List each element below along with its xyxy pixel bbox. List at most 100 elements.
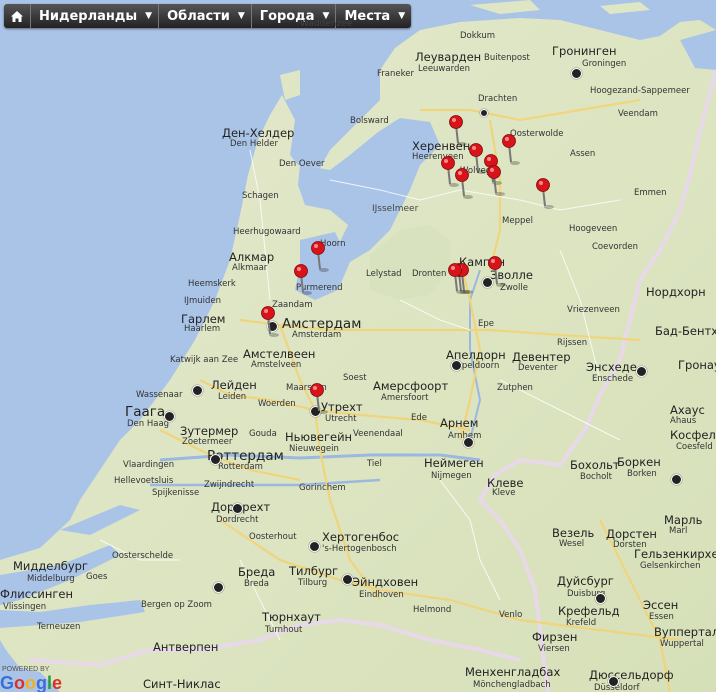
- city-label-terneuzen: Terneuzen: [37, 622, 81, 632]
- google-attribution[interactable]: POWERED BY Google: [0, 666, 62, 692]
- city-label-dusseldorf-ru: Дюссельдорф: [589, 668, 674, 682]
- city-label-emmen: Emmen: [634, 188, 667, 198]
- map-pin-marker[interactable]: [294, 264, 318, 300]
- city-label-drachten: Drachten: [478, 94, 518, 104]
- powered-by-text: POWERED BY: [2, 666, 50, 673]
- city-dot: [463, 437, 474, 448]
- map-pin-marker[interactable]: [536, 178, 560, 214]
- chevron-down-icon: ▼: [398, 11, 406, 21]
- city-label-assen: Assen: [570, 149, 596, 159]
- city-label-gelsenkirchen-ru: Гельзенкирхен: [634, 547, 716, 561]
- nav-netherlands-dropdown[interactable]: Нидерланды ▼: [31, 4, 160, 28]
- map-pin-marker[interactable]: [488, 256, 512, 292]
- city-label-wesel: Wesel: [559, 539, 585, 549]
- map-pin-marker[interactable]: [310, 383, 334, 419]
- google-logo-letter: G: [0, 673, 15, 692]
- city-dot: [636, 366, 647, 377]
- map-pin-marker[interactable]: [455, 168, 479, 204]
- google-logo: Google: [0, 673, 62, 692]
- city-label-badbentheim-ru: Бад-Бентхайм: [655, 324, 716, 338]
- city-dot: [210, 454, 221, 465]
- city-label-epe: Epe: [478, 319, 494, 329]
- city-label-zutphen: Zutphen: [497, 383, 533, 393]
- city-label-vlissingen-ru: Флиссинген: [0, 587, 73, 601]
- city-label-dokkum: Dokkum: [460, 31, 495, 41]
- city-dot: [232, 503, 243, 514]
- city-label-tiel: Tiel: [367, 459, 382, 469]
- city-label-denhelder: Den Helder: [230, 139, 278, 149]
- city-label-venlo: Venlo: [499, 610, 523, 620]
- city-dot: [595, 593, 606, 604]
- chevron-down-icon: ▼: [237, 11, 245, 21]
- city-label-hellevoetsluis: Hellevoetsluis: [114, 476, 174, 486]
- city-label-dorsten-ru: Дорстен: [606, 527, 657, 541]
- city-label-coevorden: Coevorden: [592, 242, 638, 252]
- city-label-heerhugowaard: Heerhugowaard: [233, 227, 301, 237]
- city-label-dordrecht: Dordrecht: [216, 515, 259, 525]
- google-logo-letter: o: [25, 673, 37, 692]
- city-label-apeldoorn: Apeldoorn: [456, 361, 500, 371]
- city-label-eindhoven: Eindhoven: [359, 590, 404, 600]
- city-label-turnhout-ru: Тюрнхаут: [262, 610, 321, 624]
- nav-regions-dropdown[interactable]: Области ▼: [159, 4, 252, 28]
- city-label-soest: Soest: [343, 373, 367, 383]
- city-label-oosterhout: Oosterhout: [249, 532, 297, 542]
- city-label-middelburg-ru: Мидделбург: [13, 559, 88, 573]
- city-label-deoever: Den Oever: [279, 159, 325, 169]
- city-label-gorinchem: Gorinchem: [299, 483, 346, 493]
- city-label-tilburg-ru: Тилбург: [289, 564, 339, 578]
- city-label-breda-ru: Бреда: [238, 565, 276, 579]
- city-label-nijmegen-ru: Неймеген: [424, 456, 484, 470]
- city-label-gronau-ru: Гронау: [678, 358, 716, 372]
- city-dot: [192, 385, 203, 396]
- city-label-deventer-ru: Девентер: [512, 350, 571, 364]
- city-label-enschede: Enschede: [592, 374, 634, 384]
- city-label-viersen: Viersen: [538, 644, 570, 654]
- map-pin-marker[interactable]: [487, 165, 511, 201]
- city-label-vlaardingen: Vlaardingen: [123, 460, 175, 470]
- city-label-kleve: Kleve: [492, 488, 516, 498]
- city-dot: [451, 360, 462, 371]
- city-label-dronten: Dronten: [412, 269, 447, 279]
- city-label-helmond: Helmond: [413, 605, 452, 615]
- city-label-denhelder-ru: Ден-Хелдер: [222, 126, 295, 140]
- city-label-heemskerk: Heemskerk: [188, 279, 236, 289]
- city-label-amersfoort-ru: Амерсфоорт: [373, 379, 449, 393]
- city-label-hertogenbosch-ru: Хертогенбос: [322, 530, 400, 544]
- city-label-leiden-ru: Лейден: [211, 378, 257, 392]
- city-label-groningen: Groningen: [582, 59, 627, 69]
- city-dot: [309, 541, 320, 552]
- city-label-ahaus-ru: Ахаус: [670, 403, 705, 417]
- city-label-coesfeld: Coesfeld: [676, 442, 713, 452]
- google-logo-letter: g: [36, 673, 48, 692]
- city-label-wadden: Waddenzee: [300, 19, 353, 29]
- city-label-veenendaal: Veenendaal: [353, 429, 403, 439]
- city-label-tilburg: Tilburg: [298, 578, 328, 588]
- city-label-wassenaar: Wassenaar: [136, 390, 183, 400]
- city-label-middelburg: Middelburg: [27, 574, 75, 584]
- city-label-borken: Borken: [627, 469, 657, 479]
- city-label-krefeld-ru: Крефельд: [558, 604, 620, 618]
- city-label-amstelveen: Amstelveen: [251, 360, 302, 370]
- city-label-katwijk: Katwijk aan Zee: [170, 355, 239, 365]
- city-label-haarlem: Haarlem: [184, 324, 221, 334]
- city-label-wuppertal-ru: Вупперталь: [654, 625, 716, 639]
- city-label-bocholt-ru: Бохольт: [570, 458, 620, 472]
- city-label-turnhout: Turnhout: [265, 625, 303, 635]
- city-label-buitenpost: Buitenpost: [484, 53, 530, 63]
- city-label-leeuwarden-ru: Леуварден: [415, 50, 482, 64]
- map-pin-marker[interactable]: [502, 134, 526, 170]
- city-label-vlissingen: Vlissingen: [3, 602, 47, 612]
- home-button[interactable]: [4, 4, 31, 28]
- city-label-essen: Essen: [649, 612, 674, 622]
- city-label-nordhorn-ru: Нордхорн: [646, 285, 706, 299]
- map-pin-marker[interactable]: [448, 263, 472, 299]
- map-pin-marker[interactable]: [261, 306, 285, 342]
- city-dot: [480, 109, 488, 117]
- city-label-deventer: Deventer: [518, 363, 558, 373]
- map-canvas[interactable]: Нидерланды ▼ Области ▼ Города ▼ Места ▼ …: [0, 0, 716, 692]
- home-icon: [11, 10, 23, 22]
- city-label-ede: Ede: [411, 413, 427, 423]
- google-logo-letter: e: [52, 673, 63, 692]
- city-label-nieuwegein-ru: Ньювегейн: [285, 430, 353, 444]
